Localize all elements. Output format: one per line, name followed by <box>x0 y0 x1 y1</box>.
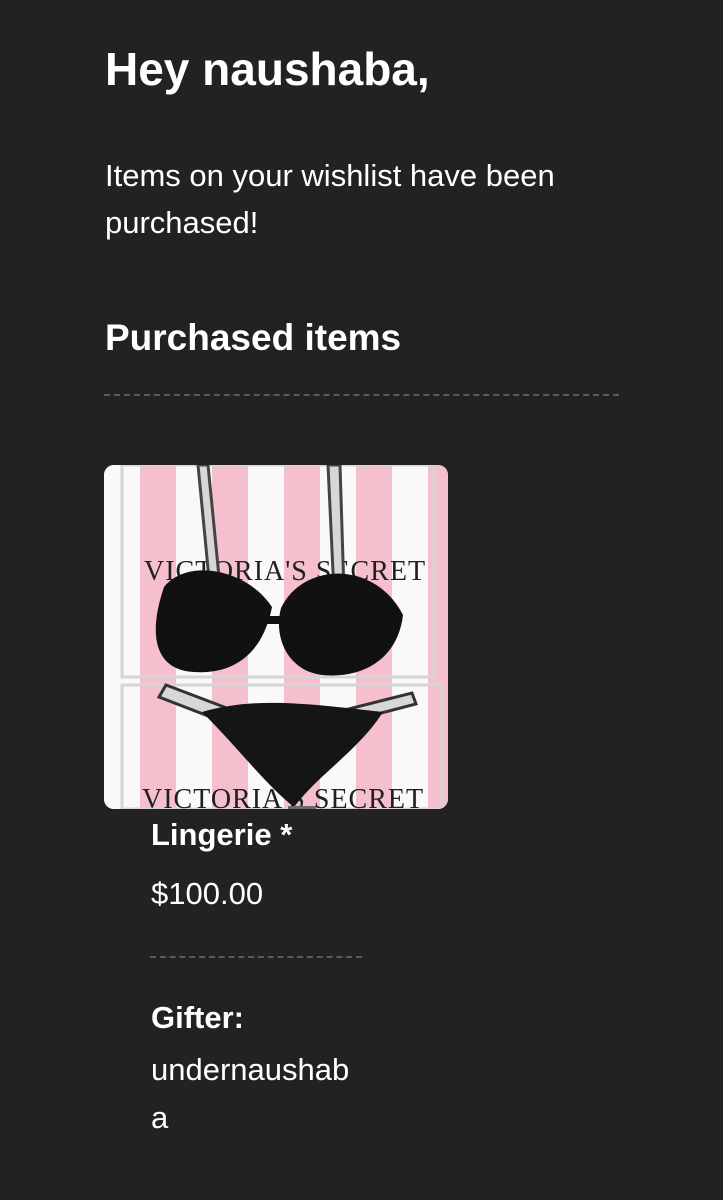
item-divider <box>150 956 362 958</box>
greeting-heading: Hey naushaba, <box>105 43 430 95</box>
product-photo-svg: VICTORIA'S SECRET VICTORIA'S SECRET <box>104 465 448 809</box>
item-name: Lingerie * <box>151 817 293 852</box>
gifter-label: Gifter: <box>151 1000 244 1035</box>
purchased-items-heading: Purchased items <box>105 317 402 358</box>
gifter-name: undernaushaba <box>151 1052 350 1135</box>
wishlist-message: Items on your wishlist have been purchas… <box>105 158 555 240</box>
product-image[interactable]: VICTORIA'S SECRET VICTORIA'S SECRET <box>104 465 448 809</box>
item-price: $100.00 <box>151 876 264 911</box>
section-divider <box>104 394 619 396</box>
